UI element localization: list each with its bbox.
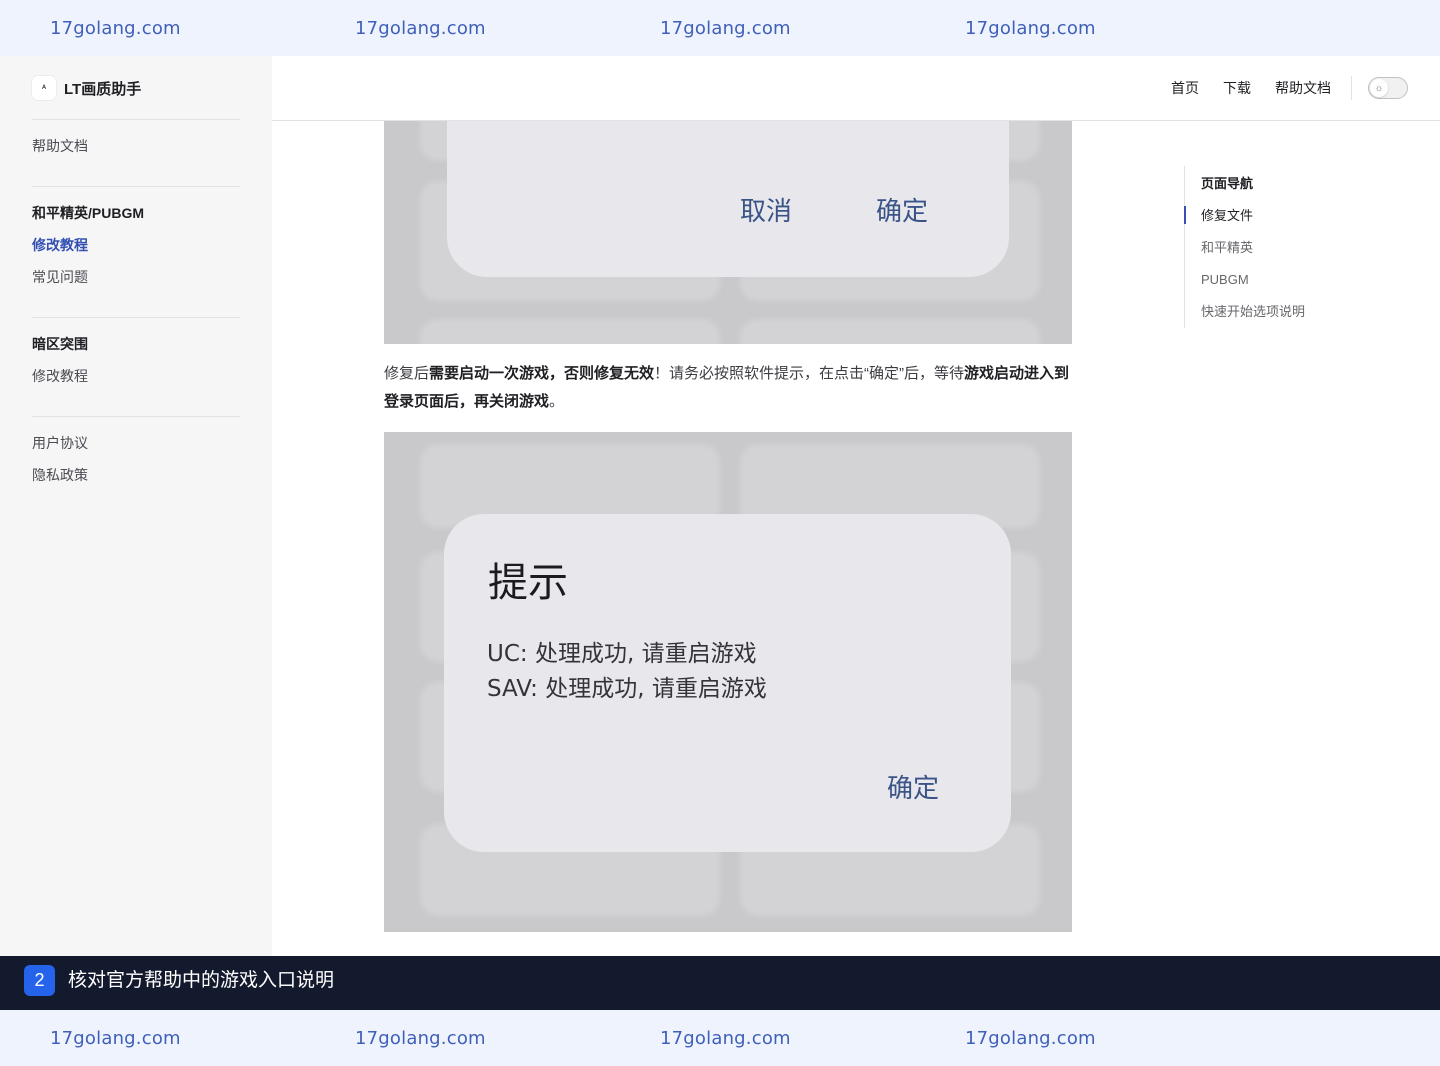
dialog-confirm-button[interactable]: 确定 [876, 191, 928, 228]
nav-link-home[interactable]: 首页 [1171, 78, 1199, 98]
sidebar-item-pubgm-faq[interactable]: 常见问题 [32, 267, 88, 287]
dialog-message-line: UC: 处理成功, 请重启游戏 [487, 641, 757, 667]
dialog-cancel-button[interactable]: 取消 [740, 191, 792, 228]
watermark-text: 17golang.com [965, 1027, 1096, 1049]
theme-toggle[interactable]: ☼ [1368, 77, 1408, 99]
sun-icon: ☼ [1370, 79, 1388, 97]
nav-divider [1351, 76, 1352, 100]
step-banner-text: 核对官方帮助中的游戏入口说明 [68, 970, 335, 991]
step-number-badge: 2 [24, 965, 55, 996]
blurred-card [420, 319, 720, 344]
dialog-panel: 提示 UC: 处理成功, 请重启游戏 SAV: 处理成功, 请重启游戏 确定 [444, 514, 1011, 852]
dialog-title: 提示 [488, 560, 568, 606]
watermark-text: 17golang.com [660, 1027, 791, 1049]
nav-link-help-docs[interactable]: 帮助文档 [1275, 78, 1331, 98]
watermark-text: 17golang.com [660, 17, 791, 39]
sidebar: ᴬ LT画质助手 帮助文档 和平精英/PUBGM 修改教程 常见问题 暗区突围 … [0, 56, 272, 956]
paragraph-text: ！请务必按照软件提示，在点击“确定”后，等待 [654, 365, 965, 382]
watermark-text: 17golang.com [50, 17, 181, 39]
paragraph-text: 。 [549, 393, 565, 410]
sidebar-item-privacy-policy[interactable]: 隐私政策 [32, 465, 88, 485]
dialog-confirm-button[interactable]: 确定 [887, 768, 939, 805]
watermark-text: 17golang.com [50, 1027, 181, 1049]
watermark-text: 17golang.com [355, 17, 486, 39]
paragraph-emphasis: 需要启动一次游戏，否则修复无效 [429, 365, 655, 382]
watermark-strip-top: 17golang.com 17golang.com 17golang.com 1… [0, 0, 1440, 56]
sidebar-item-help-docs[interactable]: 帮助文档 [32, 136, 88, 156]
outline-link-quick-start-options[interactable]: 快速开始选项说明 [1201, 302, 1305, 322]
sidebar-divider [32, 186, 240, 187]
watermark-text: 17golang.com [965, 17, 1096, 39]
sidebar-group-title-dark-zone: 暗区突围 [32, 336, 88, 352]
sidebar-item-user-agreement[interactable]: 用户协议 [32, 433, 88, 453]
outline-link-peace-elite[interactable]: 和平精英 [1201, 238, 1253, 258]
page-outline: 页面导航 修复文件 和平精英 PUBGM 快速开始选项说明 [1184, 166, 1384, 328]
sidebar-item-dark-zone-tutorial[interactable]: 修改教程 [32, 366, 88, 386]
screenshot-repair-dialog: 取消 确定 [384, 121, 1072, 344]
outline-link-pubgm[interactable]: PUBGM [1201, 270, 1249, 290]
brand-logo-icon: ᴬ [32, 76, 56, 100]
blurred-card [740, 319, 1040, 344]
watermark-strip-bottom: 17golang.com 17golang.com 17golang.com 1… [0, 1010, 1440, 1066]
instruction-paragraph: 修复后需要启动一次游戏，否则修复无效！请务必按照软件提示，在点击“确定”后，等待… [384, 360, 1072, 416]
sidebar-divider [32, 119, 240, 120]
outline-active-marker [1184, 206, 1186, 224]
brand[interactable]: ᴬ LT画质助手 [32, 76, 141, 100]
screenshot-success-dialog: 提示 UC: 处理成功, 请重启游戏 SAV: 处理成功, 请重启游戏 确定 [384, 432, 1072, 932]
watermark-text: 17golang.com [355, 1027, 486, 1049]
outline-link-repair-files[interactable]: 修复文件 [1201, 206, 1253, 226]
paragraph-text: 修复后 [384, 365, 430, 382]
outline-title: 页面导航 [1201, 176, 1254, 191]
step-banner: 2 核对官方帮助中的游戏入口说明 [0, 956, 1440, 1010]
dialog-message-line: SAV: 处理成功, 请重启游戏 [487, 676, 767, 702]
brand-name: LT画质助手 [64, 80, 142, 98]
sidebar-divider [32, 416, 240, 417]
nav-link-download[interactable]: 下载 [1223, 78, 1251, 98]
top-nav: 首页 下载 帮助文档 ☼ [272, 56, 1440, 121]
dialog-panel: 取消 确定 [447, 121, 1009, 277]
sidebar-group-title-pubgm: 和平精英/PUBGM [32, 205, 144, 221]
sidebar-item-pubgm-tutorial[interactable]: 修改教程 [32, 235, 88, 255]
sidebar-divider [32, 317, 240, 318]
